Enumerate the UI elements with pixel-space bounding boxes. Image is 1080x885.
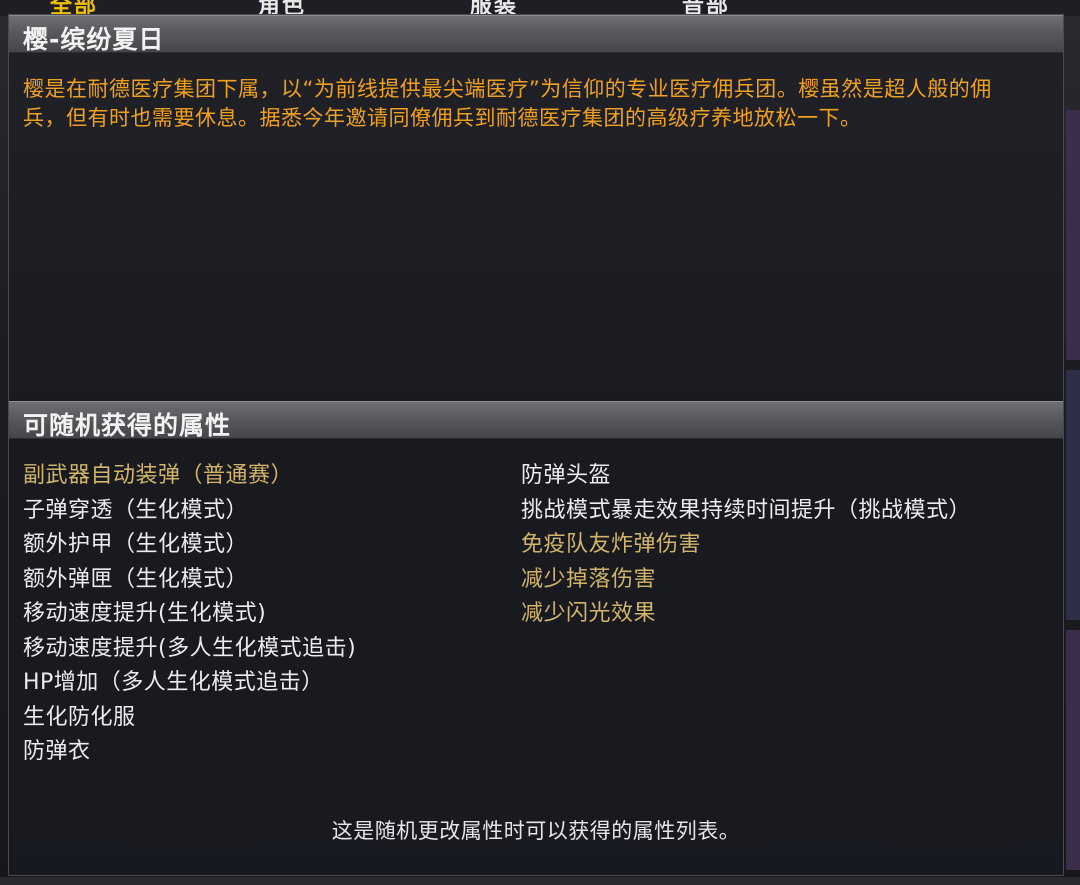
item-title-bar: 樱-缤纷夏日: [9, 15, 1063, 54]
attribute-item: 移动速度提升(生化模式): [23, 601, 267, 626]
game-screen: 全部 角色 服装 音部 樱-缤纷夏日 樱是在耐德医疗集团下属，以“为前线提供最尖…: [0, 0, 1080, 885]
tab-outfits[interactable]: 服装: [470, 0, 518, 19]
attributes-title: 可随机获得的属性: [23, 411, 232, 440]
item-info-tooltip: 樱-缤纷夏日 樱是在耐德医疗集团下属，以“为前线提供最尖端医疗”为信仰的专业医疗…: [8, 14, 1064, 876]
bottom-edge: [0, 877, 1080, 885]
item-description: 樱是在耐德医疗集团下属，以“为前线提供最尖端医疗”为信仰的专业医疗佣兵团。樱虽然…: [23, 77, 992, 130]
tab-audio[interactable]: 音部: [682, 0, 730, 19]
attribute-item: 免疫队友炸弹伤害: [521, 532, 702, 557]
attribute-item: 挑战模式暴走效果持续时间提升（挑战模式）: [521, 497, 972, 523]
attribute-item: 副武器自动装弹（普通赛）: [23, 463, 294, 488]
attribute-item: HP增加（多人生化模式追击）: [23, 670, 324, 695]
attribute-list-left: 副武器自动装弹（普通赛） 子弹穿透（生化模式） 额外护甲（生化模式） 额外弹匣（…: [23, 459, 356, 770]
tab-all[interactable]: 全部: [50, 0, 98, 19]
attribute-item: 防弹衣: [23, 739, 91, 764]
attribute-item: 子弹穿透（生化模式）: [23, 497, 249, 523]
attribute-item: 额外护甲（生化模式）: [23, 532, 249, 557]
attribute-item: 额外弹匣（生化模式）: [23, 566, 249, 592]
attribute-list-note: 这是随机更改属性时可以获得的属性列表。: [331, 819, 741, 843]
tab-characters[interactable]: 角色: [258, 0, 306, 19]
attribute-item: 减少掉落伤害: [521, 566, 657, 592]
attributes-header-bar: 可随机获得的属性: [9, 401, 1063, 440]
background-panel-edge: [1066, 630, 1080, 870]
attribute-item: 减少闪光效果: [521, 601, 657, 626]
background-panel-edge: [1066, 110, 1080, 360]
attribute-list-right: 防弹头盔 挑战模式暴走效果持续时间提升（挑战模式） 免疫队友炸弹伤害 减少掉落伤…: [521, 459, 971, 632]
attribute-item: 防弹头盔: [521, 463, 612, 488]
item-title: 樱-缤纷夏日: [23, 25, 165, 54]
background-panel-edge: [1066, 370, 1080, 620]
attribute-item: 移动速度提升(多人生化模式追击): [23, 635, 357, 661]
attribute-item: 生化防化服: [23, 704, 136, 730]
